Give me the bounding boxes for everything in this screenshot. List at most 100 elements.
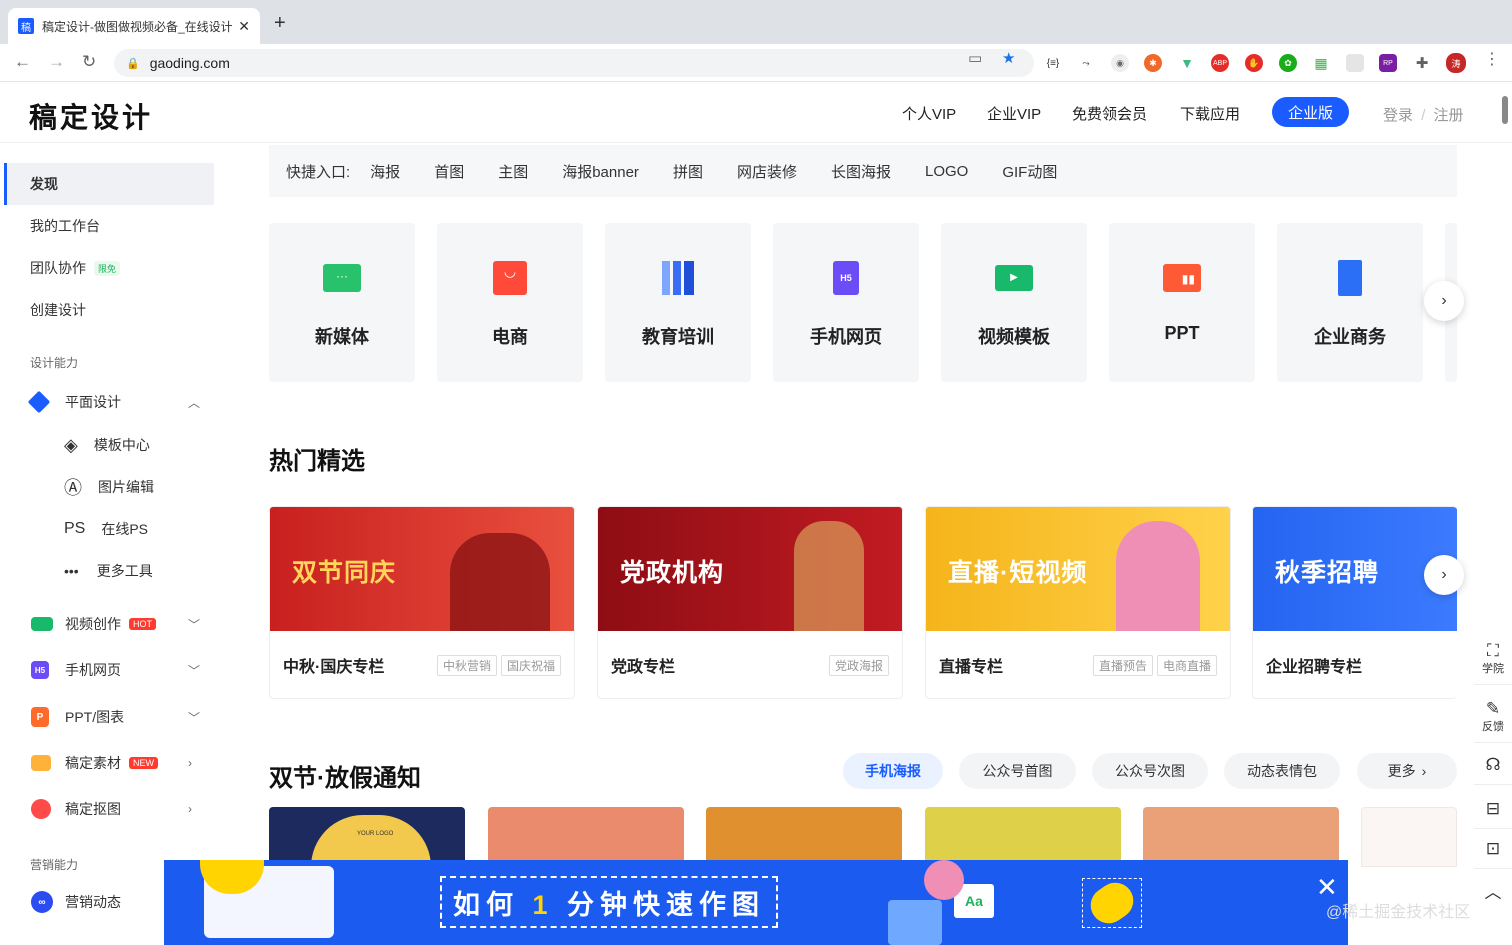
chat-button[interactable]: ⊡ — [1474, 829, 1512, 869]
sidebar-item-template-center[interactable]: ◈ 模板中心 — [0, 424, 150, 466]
sidebar-item-ppt[interactable]: P PPT/图表 ﹀ — [0, 696, 200, 738]
adblock-icon[interactable]: ABP — [1211, 54, 1229, 72]
support-button[interactable]: ☊ — [1474, 745, 1512, 785]
nav-personal-vip[interactable]: 个人VIP — [902, 103, 956, 124]
hand-extension-icon[interactable]: ✋ — [1245, 54, 1263, 72]
template-thumb[interactable]: YOUR LOGO — [269, 807, 465, 867]
template-thumb[interactable] — [1143, 807, 1339, 867]
card-tag[interactable]: 党政海报 — [828, 654, 889, 676]
qr-extension-icon[interactable]: ▦ — [1312, 54, 1330, 72]
nav-download-app[interactable]: 下载应用 — [1180, 103, 1240, 124]
card-tag[interactable]: 直播预告 — [1092, 654, 1153, 676]
site-logo[interactable]: 稿定设计 — [29, 96, 153, 136]
chevron-down-icon[interactable]: ﹀ — [188, 662, 200, 679]
route-extension-icon[interactable]: ⤳ — [1077, 54, 1095, 72]
hot-card[interactable]: 直播·短视频 直播专栏 直播预告 电商直播 — [925, 506, 1231, 699]
rp-extension-icon[interactable]: RP — [1379, 54, 1397, 72]
enterprise-edition-button[interactable]: 企业版 — [1272, 97, 1349, 127]
bottom-promo-banner[interactable]: 如何 1 分钟快速作图 Aa — [164, 860, 1348, 945]
reload-icon[interactable]: ↻ — [82, 52, 96, 72]
chevron-right-icon[interactable]: › — [188, 802, 192, 816]
hot-card[interactable]: 党政机构 党政专栏 党政海报 — [597, 506, 903, 699]
template-thumb[interactable] — [488, 807, 684, 867]
sidebar-item-more-tools[interactable]: ••• 更多工具 — [0, 550, 153, 592]
quick-link-gif[interactable]: GIF动图 — [1002, 161, 1057, 182]
pill-more[interactable]: 更多 › — [1357, 753, 1457, 789]
bookmark-star-icon[interactable]: ★ — [1002, 49, 1015, 67]
back-icon[interactable]: ← — [14, 52, 31, 72]
register-link[interactable]: 注册 — [1434, 107, 1464, 124]
template-thumb[interactable] — [706, 807, 902, 867]
quick-link-poster[interactable]: 海报 — [370, 161, 400, 182]
sidebar-item-image-edit[interactable]: Ⓐ 图片编辑 — [0, 466, 154, 508]
sidebar-item-video[interactable]: 视频创作 HOT ﹀ — [0, 603, 200, 645]
hot-card[interactable]: 秋季招聘 企业招聘专栏 — [1252, 506, 1457, 699]
section-label-marketing: 营销能力 — [30, 858, 79, 872]
pill-mobile-poster[interactable]: 手机海报 — [843, 753, 943, 789]
card-tag[interactable]: 中秋营销 — [436, 654, 497, 676]
grey-extension-icon[interactable] — [1346, 54, 1364, 72]
browser-menu-icon[interactable]: ⋮ — [1484, 49, 1500, 69]
category-new-media[interactable]: ··· 新媒体 — [269, 223, 415, 382]
pill-official-secondary[interactable]: 公众号次图 — [1092, 753, 1208, 789]
pill-sticker[interactable]: 动态表情包 — [1224, 753, 1340, 789]
extensions-puzzle-icon[interactable]: ✚ — [1413, 54, 1431, 72]
template-thumb[interactable] — [925, 807, 1121, 867]
category-mobile-web[interactable]: H5 手机网页 — [773, 223, 919, 382]
pill-official-cover[interactable]: 公众号首图 — [959, 753, 1076, 789]
eye-extension-icon[interactable]: ◉ — [1111, 54, 1129, 72]
quick-link-logo[interactable]: LOGO — [925, 163, 968, 180]
sidebar-item-graphic-design[interactable]: 平面设计 ︿ — [0, 381, 200, 423]
card-tag[interactable]: 国庆祝福 — [500, 654, 561, 676]
template-thumb[interactable] — [1361, 807, 1457, 867]
chevron-right-icon[interactable]: › — [188, 756, 192, 770]
sidebar-item-mobile-web[interactable]: H5 手机网页 ﹀ — [0, 649, 200, 691]
quick-link-shop[interactable]: 网店装修 — [737, 161, 797, 182]
hot-next-button[interactable]: › — [1424, 555, 1464, 595]
quick-link-main-image[interactable]: 主图 — [498, 161, 528, 182]
chevron-up-icon[interactable]: ︿ — [188, 394, 200, 411]
chevron-down-icon[interactable]: ﹀ — [188, 709, 200, 726]
nav-enterprise-vip[interactable]: 企业VIP — [987, 103, 1041, 124]
feedback-button[interactable]: ✎ 反馈 — [1474, 691, 1512, 743]
page-scrollbar[interactable] — [1502, 96, 1508, 124]
academy-button[interactable]: ⛶ 学院 — [1474, 633, 1512, 685]
category-video-template[interactable]: ▶ 视频模板 — [941, 223, 1087, 382]
quick-link-collage[interactable]: 拼图 — [673, 161, 703, 182]
category-ecommerce[interactable]: ◡ 电商 — [437, 223, 583, 382]
briefcase-button[interactable]: ⊟ — [1474, 789, 1512, 829]
browser-tab[interactable]: 稿 稿定设计-做图做视频必备_在线设计 ✕ — [8, 8, 260, 44]
login-link[interactable]: 登录 — [1383, 107, 1413, 124]
forward-icon[interactable]: → — [48, 52, 65, 72]
chevron-down-icon[interactable]: ﹀ — [188, 616, 200, 633]
quick-link-cover[interactable]: 首图 — [434, 161, 464, 182]
category-ppt[interactable]: ▮▮ PPT — [1109, 223, 1255, 382]
sidebar-item-assets[interactable]: 稿定素材 NEW › — [0, 742, 192, 784]
tab-close-icon[interactable]: ✕ — [238, 18, 250, 35]
profile-avatar[interactable]: 涛 — [1446, 53, 1466, 73]
address-bar[interactable]: 🔒 gaoding.com — [114, 49, 1034, 77]
sidebar-item-create[interactable]: 创建设计 — [0, 289, 86, 331]
vue-devtools-icon[interactable]: ▼ — [1178, 54, 1196, 72]
cast-icon[interactable]: ▭ — [968, 49, 982, 67]
quick-link-banner[interactable]: 海报banner — [562, 161, 639, 182]
category-label: 教育培训 — [642, 327, 714, 347]
category-next-button[interactable]: › — [1424, 281, 1464, 321]
category-education[interactable]: 教育培训 — [605, 223, 751, 382]
sidebar-item-discover[interactable]: 发现 — [4, 163, 214, 205]
sidebar-item-online-ps[interactable]: PS 在线PS — [0, 508, 148, 550]
sidebar-item-marketing[interactable]: ∞ 营销动态 — [0, 881, 121, 923]
nav-free-member[interactable]: 免费领会员 — [1072, 103, 1147, 124]
category-business[interactable]: 企业商务 — [1277, 223, 1423, 382]
sidebar-item-team[interactable]: 团队协作 限免 — [0, 247, 121, 289]
card-tag[interactable]: 电商直播 — [1156, 654, 1217, 676]
orange-extension-icon[interactable]: ✱ — [1144, 54, 1162, 72]
quick-link-long-poster[interactable]: 长图海报 — [831, 161, 891, 182]
wechat-extension-icon[interactable]: ✿ — [1279, 54, 1297, 72]
sidebar-item-cutout[interactable]: 稿定抠图 › — [0, 788, 192, 830]
hot-card[interactable]: 双节同庆 中秋·国庆专栏 中秋营销 国庆祝福 — [269, 506, 575, 699]
back-to-top-button[interactable]: ︿ — [1474, 873, 1512, 913]
new-tab-icon[interactable]: + — [274, 12, 286, 35]
json-extension-icon[interactable]: {≡} — [1044, 54, 1062, 72]
sidebar-item-workspace[interactable]: 我的工作台 — [0, 205, 100, 247]
